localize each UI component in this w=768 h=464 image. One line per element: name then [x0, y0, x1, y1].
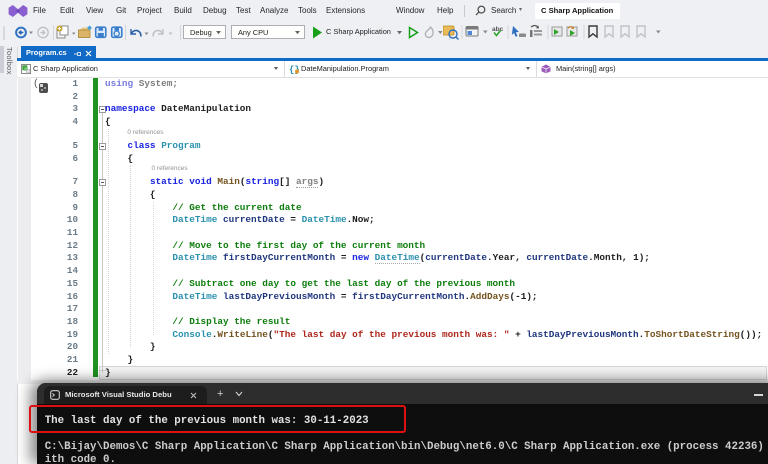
svg-text:abc: abc	[492, 26, 504, 33]
